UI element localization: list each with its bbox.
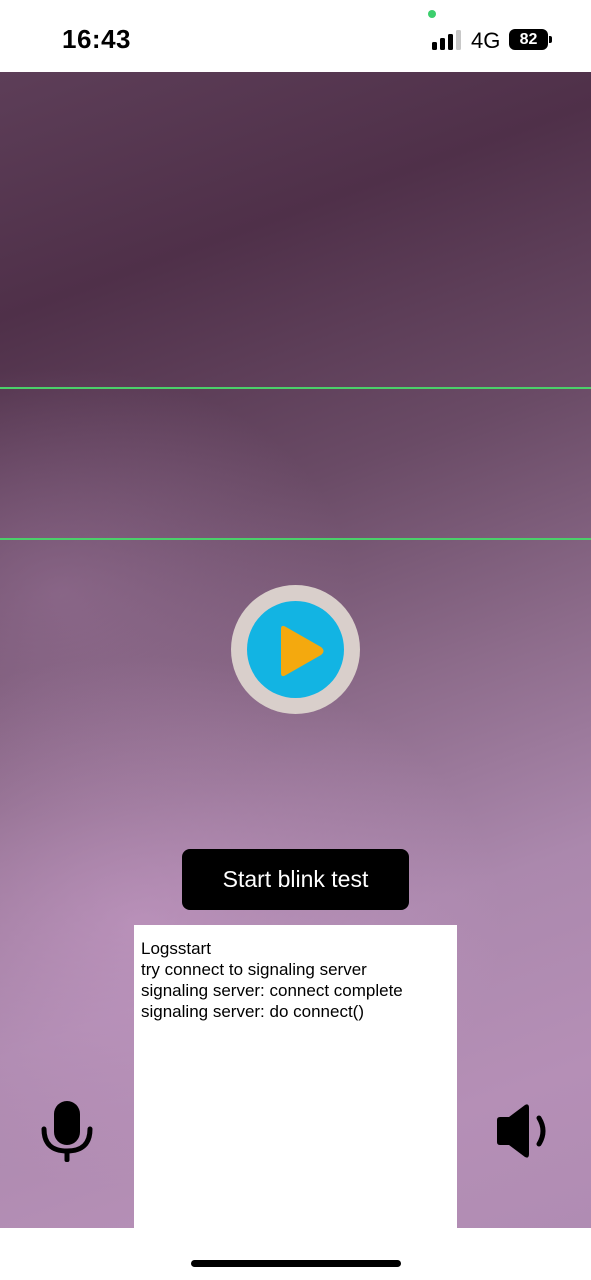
network-type: 4G xyxy=(471,28,501,53)
speaker-button[interactable] xyxy=(495,1102,553,1160)
camera-preview: Start blink test Logsstart try connect t… xyxy=(0,72,591,1228)
log-line: Logsstart xyxy=(141,939,211,958)
log-panel: Logsstart try connect to signaling serve… xyxy=(134,925,457,1228)
signal-strength-icon xyxy=(432,30,462,50)
log-line: signaling server: connect complete xyxy=(141,981,403,1000)
eye-guide-line-bottom xyxy=(0,538,591,540)
microphone-button[interactable] xyxy=(40,1101,94,1162)
battery-icon: 82 xyxy=(509,29,548,50)
log-line: signaling server: do connect() xyxy=(141,1002,365,1021)
eye-guide-line-top xyxy=(0,387,591,389)
privacy-indicator-dot xyxy=(428,10,436,18)
play-button[interactable] xyxy=(231,585,360,714)
speaker-icon xyxy=(497,1104,546,1158)
battery-tip xyxy=(549,36,552,43)
log-line: try connect to signaling server xyxy=(141,960,367,979)
status-bar: 16:43 4G 82 xyxy=(0,0,591,72)
start-blink-test-button[interactable]: Start blink test xyxy=(182,849,409,910)
status-time: 16:43 xyxy=(62,24,131,54)
home-indicator[interactable] xyxy=(191,1260,401,1267)
play-icon xyxy=(281,625,324,677)
microphone-icon xyxy=(41,1101,93,1162)
play-button-circle xyxy=(247,601,344,698)
